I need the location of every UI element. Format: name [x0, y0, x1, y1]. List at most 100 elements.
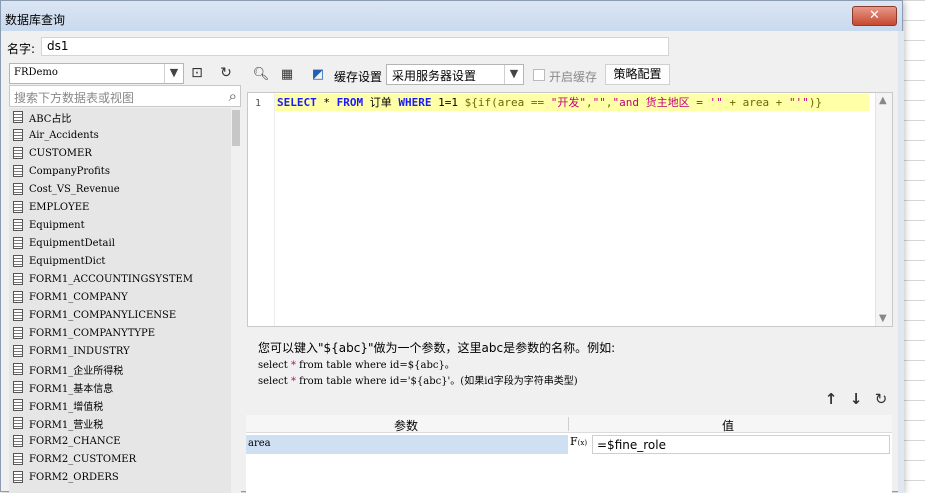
scrollbar-thumb[interactable]	[232, 110, 240, 146]
help-example-2: select * from table where id='${abc}'。(如…	[258, 376, 578, 387]
table-icon	[13, 417, 23, 429]
enable-cache-checkbox[interactable]	[533, 69, 545, 81]
list-item[interactable]: FORM1_COMPANYTYPE	[9, 324, 231, 342]
param-name-cell[interactable]: area	[246, 435, 568, 454]
save-icon[interactable]: ▦	[278, 66, 296, 84]
move-up-icon[interactable]: ↑	[822, 390, 840, 408]
search-placeholder: 搜索下方数据表或视图	[14, 91, 135, 105]
editor-scrollbar[interactable]: ▲ ▼	[875, 93, 892, 326]
list-item[interactable]: FORM1_INDUSTRY	[9, 342, 231, 360]
sql-token: ,	[585, 96, 593, 109]
list-item[interactable]: ABC占比	[9, 108, 231, 126]
table-icon	[13, 345, 23, 357]
table-icon	[13, 237, 23, 249]
column-header-param: 参数	[394, 419, 419, 433]
table-icon	[13, 147, 23, 159]
list-item[interactable]: EMPLOYEE	[9, 198, 231, 216]
list-item[interactable]: FORM1_基本信息	[9, 378, 231, 396]
table-icon	[13, 129, 23, 141]
list-item[interactable]: CUSTOMER	[9, 144, 231, 162]
sql-token: 1=1	[431, 96, 465, 109]
list-item[interactable]: FORM1_COMPANY	[9, 288, 231, 306]
sql-token: 订单	[363, 96, 399, 109]
param-value-cell[interactable]: =$fine_role	[592, 435, 890, 454]
list-item[interactable]: EquipmentDict	[9, 252, 231, 270]
column-divider	[568, 417, 569, 431]
refresh-params-icon[interactable]: ↻	[872, 390, 890, 408]
sql-token: "'"	[788, 96, 809, 109]
table-icon	[13, 309, 23, 321]
formula-icon[interactable]: F(x)	[570, 435, 590, 454]
parameter-table: 参数 值 area F(x) =$fine_role	[246, 415, 892, 493]
preview-icon[interactable]: ⊡	[187, 63, 207, 83]
list-item[interactable]: FORM2_CUSTOMER	[9, 450, 231, 468]
sql-token: ""	[592, 96, 606, 109]
sql-code-line[interactable]: SELECT * FROM 订单 WHERE 1=1 ${if(area == …	[275, 94, 869, 111]
sql-token: SELECT	[277, 96, 317, 109]
sql-token: )}	[808, 96, 823, 109]
window-title: 数据库查询	[5, 13, 66, 27]
parameter-help: 您可以键入"${abc}"做为一个参数，这里abc是参数的名称。例如: sele…	[258, 339, 615, 390]
list-item[interactable]: FORM1_COMPANYLICENSE	[9, 306, 231, 324]
table-icon	[13, 471, 23, 483]
connection-select[interactable]: FRDemo ▼	[9, 63, 184, 84]
table-search-input[interactable]: 搜索下方数据表或视图 ⌕	[9, 85, 241, 107]
table-icon	[13, 183, 23, 195]
enable-cache-label: 开启缓存	[549, 70, 598, 84]
table-icon	[13, 111, 23, 123]
line-number: 1	[255, 98, 262, 109]
table-icon	[13, 255, 23, 267]
cache-mode-select[interactable]: 采用服务器设置 ▼	[386, 64, 524, 85]
sql-token: FROM	[336, 96, 364, 109]
table-icon	[13, 165, 23, 177]
query-toolbar: 🔍︎ ▦ ◩ 缓存设置 采用服务器设置 ▼ 开启缓存 策略配置	[247, 63, 897, 87]
scroll-down-icon[interactable]: ▼	[879, 313, 887, 324]
table-icon	[13, 201, 23, 213]
name-input[interactable]: ds1	[41, 37, 669, 56]
help-intro: 您可以键入"${abc}"做为一个参数，这里abc是参数的名称。例如:	[258, 341, 616, 355]
table-icon	[13, 219, 23, 231]
preview-search-icon[interactable]: 🔍︎	[252, 66, 270, 84]
sql-editor[interactable]: 1 SELECT * FROM 订单 WHERE 1=1 ${if(area =…	[247, 92, 893, 327]
table-browser-panel: FRDemo ▼ ⊡ ↻ 搜索下方数据表或视图 ⌕ ABC占比 Air_Acci…	[7, 61, 241, 493]
table-list: ABC占比 Air_Accidents CUSTOMER CompanyProf…	[9, 108, 231, 493]
param-table-header: 参数 值	[246, 415, 892, 433]
table-icon	[13, 327, 23, 339]
table-icon	[13, 291, 23, 303]
sql-token: ${if(area ==	[464, 96, 551, 109]
list-item[interactable]: Equipment	[9, 216, 231, 234]
chevron-down-icon[interactable]: ▼	[504, 65, 523, 84]
chevron-down-icon[interactable]: ▼	[164, 64, 183, 83]
name-label: 名字:	[7, 42, 36, 56]
list-item[interactable]: FORM1_ACCOUNTINGSYSTEM	[9, 270, 231, 288]
table-icon	[13, 399, 23, 411]
list-item[interactable]: FORM1_增值税	[9, 396, 231, 414]
list-item[interactable]: CompanyProfits	[9, 162, 231, 180]
list-item[interactable]: FORM1_企业所得税	[9, 360, 231, 378]
list-item[interactable]: EquipmentDetail	[9, 234, 231, 252]
table-icon	[13, 435, 23, 447]
move-down-icon[interactable]: ↓	[847, 390, 865, 408]
list-item[interactable]: Cost_VS_Revenue	[9, 180, 231, 198]
table-list-scrollbar[interactable]	[231, 108, 241, 493]
list-item[interactable]: Air_Accidents	[9, 126, 231, 144]
table-icon	[13, 381, 23, 393]
refresh-icon[interactable]: ↻	[216, 63, 236, 83]
title-bar: 数据库查询 ✕	[1, 1, 902, 31]
window-edge	[898, 31, 904, 493]
cache-mode-value: 采用服务器设置	[392, 69, 477, 83]
list-item[interactable]: FORM2_CHANCE	[9, 432, 231, 450]
close-button[interactable]: ✕	[852, 6, 897, 26]
strategy-config-button[interactable]: 策略配置	[605, 64, 670, 85]
sql-token: + area +	[722, 96, 789, 109]
scroll-up-icon[interactable]: ▲	[879, 95, 887, 106]
column-header-value: 值	[722, 419, 735, 433]
list-item[interactable]: FORM1_营业税	[9, 414, 231, 432]
connection-value: FRDemo	[14, 67, 58, 78]
search-icon[interactable]: ⌕	[229, 87, 237, 105]
list-item[interactable]: FORM2_ORDERS	[9, 468, 231, 486]
database-query-dialog: 数据库查询 ✕ 名字: ds1 FRDemo ▼ ⊡ ↻ 搜索下方数据表或视图 …	[0, 0, 904, 493]
sql-token: "and 货主地区 = '"	[612, 96, 723, 109]
table-icon	[13, 273, 23, 285]
table-icon	[13, 453, 23, 465]
